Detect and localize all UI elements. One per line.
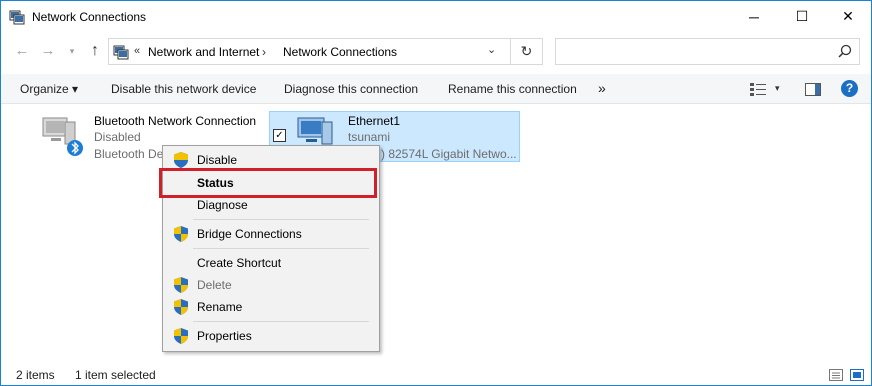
address-dropdown-icon[interactable]: ⌄ — [487, 43, 496, 56]
command-bar: Organize ▾ Disable this network device D… — [1, 74, 871, 104]
uac-shield-icon — [174, 152, 188, 168]
maximize-icon: ☐ — [795, 8, 809, 24]
item-count: 2 items — [16, 368, 55, 382]
back-arrow-icon[interactable]: ← — [13, 42, 31, 60]
bluetooth-item-status: Disabled — [94, 130, 141, 144]
title-bar[interactable]: Network Connections ─ ☐ ✕ — [1, 1, 871, 32]
menu-item-bridge-connections[interactable]: Bridge Connections — [163, 223, 379, 245]
minimize-button[interactable]: ─ — [731, 1, 777, 32]
view-options-dropdown-icon[interactable]: ▾ — [775, 83, 780, 94]
close-icon: ✕ — [842, 8, 854, 24]
details-view-icon[interactable] — [829, 369, 843, 381]
diagnose-connection-button[interactable]: Diagnose this connection — [284, 82, 418, 96]
recent-locations-icon[interactable]: ▾ — [63, 42, 81, 60]
menu-separator — [193, 248, 369, 249]
menu-item-delete[interactable]: Delete — [163, 274, 379, 296]
menu-item-label: Create Shortcut — [197, 256, 282, 270]
selection-count: 1 item selected — [75, 368, 156, 382]
menu-item-label: Bridge Connections — [197, 227, 302, 241]
uac-shield-icon — [174, 328, 188, 344]
breadcrumb-network-and-internet[interactable]: Network and Internet — [148, 45, 259, 59]
search-icon — [838, 44, 852, 58]
menu-item-properties[interactable]: Properties — [163, 325, 379, 347]
forward-arrow-icon[interactable]: → — [39, 42, 57, 60]
menu-item-label: Rename — [197, 300, 243, 314]
uac-shield-icon — [174, 226, 188, 242]
refresh-icon: ↻ — [520, 43, 533, 59]
menu-item-create-shortcut[interactable]: Create Shortcut — [163, 252, 379, 274]
search-input[interactable] — [555, 38, 860, 65]
network-connections-icon — [9, 10, 25, 25]
menu-separator — [193, 219, 369, 220]
change-view-icon[interactable] — [750, 83, 766, 96]
item-checkbox[interactable]: ✓ — [273, 129, 286, 142]
bluetooth-item-device: Bluetooth De — [94, 147, 164, 161]
disable-device-button[interactable]: Disable this network device — [111, 82, 256, 96]
breadcrumb-overflow-icon[interactable]: « — [134, 45, 140, 57]
preview-pane-icon[interactable] — [805, 83, 821, 96]
breadcrumb-separator-icon[interactable]: › — [262, 45, 266, 59]
up-arrow-icon[interactable]: ↑ — [86, 42, 104, 60]
maximize-button[interactable]: ☐ — [779, 1, 825, 32]
explorer-window: Network Connections ─ ☐ ✕ ← → ▾ ↑ « Netw… — [0, 0, 872, 386]
uac-shield-icon — [174, 277, 188, 293]
menu-separator — [193, 321, 369, 322]
network-folder-icon — [113, 45, 129, 60]
ethernet-item-device: ) 82574L Gigabit Netwo... — [381, 147, 517, 161]
minimize-icon: ─ — [749, 8, 759, 25]
more-commands-icon[interactable]: » — [598, 80, 606, 96]
address-bar[interactable]: « Network and Internet › Network Connect… — [108, 38, 511, 65]
close-button[interactable]: ✕ — [825, 1, 871, 32]
menu-item-label: Diagnose — [197, 198, 248, 212]
organize-button[interactable]: Organize ▾ — [20, 82, 78, 96]
menu-item-label: Disable — [197, 153, 238, 167]
ethernet-item-name: Ethernet1 — [348, 114, 401, 128]
window-title: Network Connections — [32, 10, 147, 24]
refresh-button[interactable]: ↻ — [511, 38, 543, 65]
network-adapter-icon — [42, 117, 83, 156]
breadcrumb-network-connections[interactable]: Network Connections — [283, 45, 397, 59]
menu-item-label: Properties — [197, 329, 252, 343]
bluetooth-item-name: Bluetooth Network Connection — [94, 114, 257, 128]
uac-shield-icon — [174, 299, 188, 315]
menu-item-rename[interactable]: Rename — [163, 296, 379, 318]
menu-item-label: Delete — [197, 278, 232, 292]
rename-connection-button[interactable]: Rename this connection — [448, 82, 577, 96]
help-icon[interactable]: ? — [841, 80, 858, 97]
ethernet-item-status: tsunami — [348, 130, 391, 144]
large-icons-view-icon[interactable] — [850, 369, 864, 381]
status-bar: 2 items 1 item selected — [1, 363, 871, 385]
navigation-bar: ← → ▾ ↑ « Network and Internet › Network… — [1, 34, 871, 70]
status-highlight-box — [159, 168, 377, 198]
